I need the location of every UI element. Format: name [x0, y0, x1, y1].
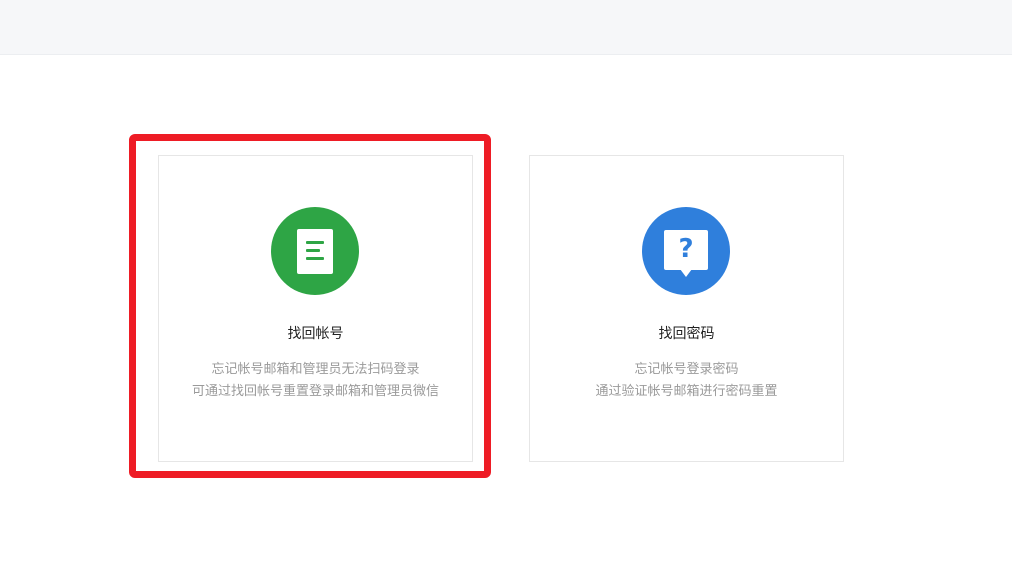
recover-password-desc-line1: 忘记帐号登录密码 — [634, 362, 739, 377]
recover-account-desc-line1: 忘记帐号邮箱和管理员无法扫码登录 — [211, 362, 420, 377]
recover-password-desc-line2: 通过验证帐号邮箱进行密码重置 — [595, 384, 778, 399]
document-icon — [271, 207, 359, 295]
recover-account-desc-line2: 可通过找回帐号重置登录邮箱和管理员微信 — [191, 384, 439, 399]
recover-account-card[interactable]: 找回帐号 忘记帐号邮箱和管理员无法扫码登录 可通过找回帐号重置登录邮箱和管理员微… — [158, 155, 473, 462]
top-header-bar — [0, 0, 1012, 55]
help-question-icon: ? — [642, 207, 730, 295]
question-mark: ? — [678, 234, 694, 264]
recover-account-title: 找回帐号 — [287, 326, 344, 342]
recover-password-card[interactable]: ? 找回密码 忘记帐号登录密码 通过验证帐号邮箱进行密码重置 — [529, 155, 844, 462]
recover-password-title: 找回密码 — [658, 326, 715, 342]
